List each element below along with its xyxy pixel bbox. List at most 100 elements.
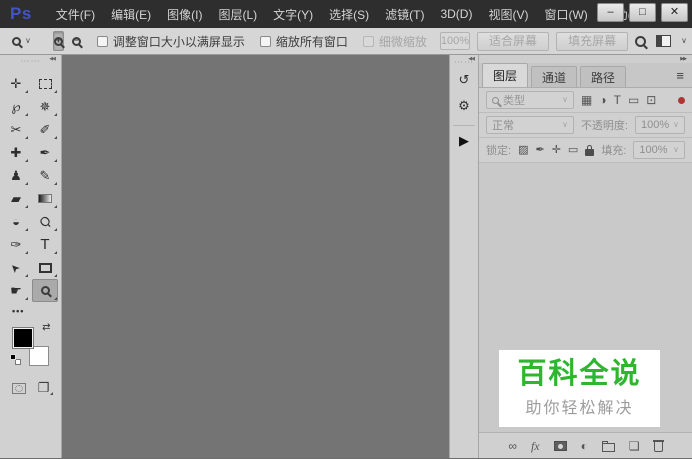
- quick-selection-tool[interactable]: ✵: [32, 95, 58, 118]
- filter-smart-objects-icon[interactable]: ⊡: [646, 94, 656, 106]
- maximize-button[interactable]: □: [629, 3, 656, 22]
- clone-stamp-tool[interactable]: ♟: [3, 164, 29, 187]
- filter-search-icon: [492, 97, 499, 104]
- tool-preset-picker[interactable]: ∨: [8, 34, 35, 49]
- zoom-tool[interactable]: [32, 279, 58, 302]
- menu-edit[interactable]: 编辑(E): [103, 3, 159, 26]
- lock-artboard-icon[interactable]: ▭: [568, 145, 578, 156]
- menu-view[interactable]: 视图(V): [480, 3, 536, 26]
- panel-dock: ◀◀ ⋯⋯ ↺ ⚙ ▶: [449, 55, 479, 458]
- lock-position-icon[interactable]: ✛: [552, 145, 561, 156]
- lasso-tool[interactable]: ℘: [3, 95, 29, 118]
- blend-mode-select: 正常 ∨: [486, 116, 574, 134]
- filter-pixel-layers-icon[interactable]: ▦: [581, 94, 592, 106]
- panel-menu-icon[interactable]: ≡: [676, 68, 684, 83]
- workspace-switcher-icon[interactable]: [656, 35, 671, 47]
- resize-windows-checkbox[interactable]: [97, 36, 108, 47]
- zoom-in-button[interactable]: +: [53, 31, 64, 51]
- new-layer-button[interactable]: ❏: [629, 440, 640, 452]
- filter-shape-layers-icon[interactable]: ▭: [628, 94, 639, 106]
- zoom-tool-icon: [41, 286, 50, 295]
- rectangle-tool[interactable]: [32, 256, 58, 279]
- menu-filter[interactable]: 滤镜(T): [377, 3, 432, 26]
- horizontal-type-tool[interactable]: T: [32, 233, 58, 256]
- blur-tool[interactable]: ◒: [3, 210, 29, 233]
- delete-layer-button[interactable]: [654, 442, 663, 452]
- menu-image[interactable]: 图像(I): [159, 3, 210, 26]
- add-layer-mask-button[interactable]: [554, 441, 567, 451]
- zoom-all-windows-checkbox[interactable]: [260, 36, 271, 47]
- opacity-label: 不透明度:: [581, 117, 628, 133]
- path-selection-tool[interactable]: ➤: [3, 256, 29, 279]
- toolbox: ◀◀ ⋯⋯ ✛ ℘ ✵ ✂ ✐ ✚ ✒ ♟ ✎ ▰ ◒ Ϙ ✑ T ➤: [0, 55, 62, 458]
- menu-select[interactable]: 选择(S): [321, 3, 377, 26]
- spot-healing-brush-tool[interactable]: ✚: [3, 141, 29, 164]
- dodge-tool[interactable]: Ϙ: [32, 210, 58, 233]
- filter-type-layers-icon[interactable]: T: [614, 94, 621, 106]
- panel-tabs: 图层 通道 路径 ≡: [479, 63, 692, 88]
- tool-options-bar: ∨ + − 调整窗口大小以满屏显示 缩放所有窗口 细微缩放 100% 适合屏幕 …: [0, 28, 692, 55]
- scrubby-zoom-option: 细微缩放: [363, 33, 427, 50]
- history-brush-tool[interactable]: ✎: [32, 164, 58, 187]
- zoom-tool-icon: [12, 37, 21, 46]
- eraser-tool[interactable]: ▰: [3, 187, 29, 210]
- tab-layers[interactable]: 图层: [482, 63, 528, 87]
- lock-pixels-icon[interactable]: ✒: [535, 145, 544, 156]
- crop-tool[interactable]: ✂: [3, 118, 29, 141]
- path-selection-tool-icon: ➤: [9, 260, 23, 274]
- menu-window[interactable]: 窗口(W): [536, 3, 595, 26]
- minimize-button[interactable]: –: [597, 3, 624, 22]
- menu-3d[interactable]: 3D(D): [432, 4, 480, 24]
- hand-tool[interactable]: ☛: [3, 279, 29, 302]
- collapse-toolbox-button[interactable]: ◀◀: [49, 56, 55, 62]
- background-color-swatch[interactable]: [29, 346, 49, 366]
- lock-buttons: ▨ ✒ ✛ ▭: [518, 145, 594, 156]
- link-layers-button[interactable]: ∞: [508, 440, 517, 452]
- rectangular-marquee-tool[interactable]: [32, 72, 58, 95]
- expand-dock-button[interactable]: ◀◀: [468, 56, 474, 62]
- move-tool[interactable]: ✛: [3, 72, 29, 95]
- scrubby-zoom-label: 细微缩放: [379, 33, 427, 50]
- default-colors-icon[interactable]: [10, 354, 21, 365]
- new-adjustment-layer-button[interactable]: ◐: [581, 440, 588, 452]
- brush-tool[interactable]: ✒: [32, 141, 58, 164]
- filter-type-label: 类型: [503, 92, 525, 108]
- properties-panel-button[interactable]: ⚙: [452, 95, 476, 117]
- lock-transparency-icon[interactable]: ▨: [518, 145, 528, 156]
- dodge-tool-icon: Ϙ: [37, 213, 53, 229]
- layer-filter-toggle[interactable]: [678, 97, 685, 104]
- menu-type[interactable]: 文字(Y): [265, 3, 321, 26]
- filter-adjustment-layers-icon[interactable]: ◑: [599, 94, 606, 106]
- resize-windows-label: 调整窗口大小以满屏显示: [113, 33, 245, 50]
- menu-layer[interactable]: 图层(L): [210, 3, 265, 26]
- screen-mode-button[interactable]: ❐: [38, 380, 50, 396]
- eyedropper-tool[interactable]: ✐: [32, 118, 58, 141]
- chevron-down-icon[interactable]: ∨: [681, 37, 687, 45]
- zoom-out-button[interactable]: −: [71, 31, 82, 51]
- actions-panel-button[interactable]: ▶: [452, 130, 476, 152]
- gradient-tool[interactable]: [32, 187, 58, 210]
- new-group-button[interactable]: [602, 443, 615, 452]
- tab-channels[interactable]: 通道: [531, 66, 577, 87]
- close-button[interactable]: ✕: [661, 3, 688, 22]
- foreground-color-swatch[interactable]: [13, 328, 33, 348]
- menu-file[interactable]: 文件(F): [48, 3, 103, 26]
- quick-mask-mode-button[interactable]: [12, 383, 26, 394]
- pen-tool[interactable]: ✑: [3, 233, 29, 256]
- fill-select: 100% ∨: [633, 141, 685, 159]
- lock-all-icon[interactable]: [585, 149, 594, 156]
- edit-toolbar-button[interactable]: •••: [0, 306, 24, 316]
- layer-filter-row: 类型 ∨ ▦ ◑ T ▭ ⊡: [479, 88, 692, 113]
- layer-style-button[interactable]: fx: [531, 440, 540, 452]
- tab-paths[interactable]: 路径: [580, 66, 626, 87]
- history-panel-button[interactable]: ↺: [452, 69, 476, 91]
- clone-stamp-tool-icon: ♟: [10, 169, 22, 182]
- swap-colors-icon[interactable]: ⇄: [42, 323, 50, 333]
- collapse-panels-button[interactable]: ▶▶: [680, 56, 686, 62]
- document-canvas[interactable]: [62, 55, 449, 458]
- search-icon[interactable]: [635, 36, 646, 47]
- eraser-tool-icon: ▰: [11, 192, 21, 205]
- toolbox-grip[interactable]: ⋯⋯: [21, 58, 41, 64]
- crop-tool-icon: ✂: [11, 123, 22, 136]
- scrubby-zoom-checkbox: [363, 36, 374, 47]
